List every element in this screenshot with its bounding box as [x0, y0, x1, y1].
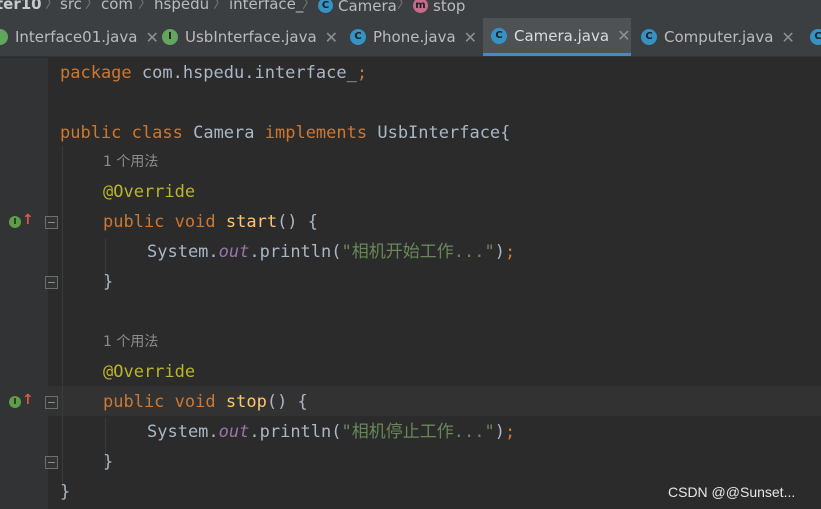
breadcrumb-item-module[interactable]: ter10: [0, 0, 42, 12]
code-line-close-brace: }: [103, 272, 114, 292]
usage-hint[interactable]: 1 个用法: [103, 327, 158, 357]
breadcrumb-item-com[interactable]: com: [101, 0, 133, 12]
usage-hint[interactable]: 1 个用法: [103, 147, 158, 177]
watermark: CSDN @@Sunset...: [668, 484, 796, 500]
fold-icon[interactable]: [45, 216, 58, 229]
breadcrumb-separator: 〉: [213, 0, 227, 12]
breadcrumb-separator: 〉: [302, 0, 316, 12]
implements-method-marker[interactable]: I ↑: [9, 212, 34, 231]
code-line-annotation: @Override: [103, 362, 196, 382]
class-icon: C: [491, 27, 507, 44]
breadcrumb-item-camera[interactable]: C Camera: [318, 0, 397, 13]
breadcrumb-separator: 〉: [138, 0, 152, 12]
code-line-annotation: @Override: [103, 182, 196, 202]
close-icon[interactable]: ✕: [781, 28, 794, 47]
tab-overflow[interactable]: C: [802, 18, 821, 56]
interface-implementation-icon: I: [9, 396, 21, 408]
code-line-println-stop: System.out.println("相机停止工作...");: [147, 422, 516, 442]
breadcrumb-separator: 〉: [397, 0, 411, 12]
code-line-class-close-brace: }: [60, 482, 71, 502]
tab-usbinterface[interactable]: I UsbInterface.java ✕: [154, 18, 338, 56]
class-icon: C: [810, 29, 821, 45]
code-line-stop-method: public void stop() {: [103, 392, 308, 412]
editor-tab-bar: Interface01.java ✕ I UsbInterface.java ✕…: [0, 18, 821, 57]
breadcrumb: ter10 〉 src 〉 com 〉 hspedu 〉 interface_ …: [0, 0, 821, 18]
breadcrumb-item-interface[interactable]: interface_: [229, 0, 303, 12]
tab-camera[interactable]: C Camera.java ✕: [483, 18, 631, 56]
close-icon[interactable]: ✕: [464, 28, 477, 47]
arrow-up-icon: ↑: [22, 212, 34, 228]
implements-method-marker[interactable]: I ↑: [9, 392, 34, 411]
class-icon: C: [350, 29, 366, 45]
java-class-icon: [0, 29, 8, 45]
editor-gutter: [0, 58, 48, 509]
indent-guide: [62, 146, 63, 488]
close-icon[interactable]: ✕: [325, 28, 338, 47]
breadcrumb-item-src[interactable]: src: [60, 0, 82, 12]
fold-icon[interactable]: [45, 396, 58, 409]
code-line-package: package com.hspedu.interface_;: [60, 63, 368, 83]
tab-computer[interactable]: C Computer.java ✕: [633, 18, 798, 56]
breadcrumb-item-hspedu[interactable]: hspedu: [154, 0, 209, 12]
code-line-close-brace: }: [103, 452, 114, 472]
breadcrumb-item-stop[interactable]: m stop: [413, 0, 465, 13]
code-editor[interactable]: package com.hspedu.interface_; public cl…: [0, 58, 821, 509]
breadcrumb-separator: 〉: [45, 0, 59, 12]
interface-implementation-icon: I: [9, 216, 21, 228]
close-icon[interactable]: ✕: [617, 26, 630, 45]
class-icon: C: [641, 29, 657, 45]
code-line-class-declaration: public class Camera implements UsbInterf…: [60, 123, 511, 143]
code-line-start-method: public void start() {: [103, 212, 319, 232]
breadcrumb-separator: 〉: [85, 0, 99, 12]
tab-interface01[interactable]: Interface01.java ✕: [0, 18, 159, 56]
method-icon: m: [413, 0, 428, 13]
tab-phone[interactable]: C Phone.java ✕: [342, 18, 480, 56]
fold-icon[interactable]: [45, 456, 58, 469]
arrow-up-icon: ↑: [22, 392, 34, 408]
class-icon: C: [318, 0, 333, 13]
code-line-println-start: System.out.println("相机开始工作...");: [147, 242, 516, 262]
interface-icon: I: [162, 29, 178, 45]
fold-icon[interactable]: [45, 276, 58, 289]
